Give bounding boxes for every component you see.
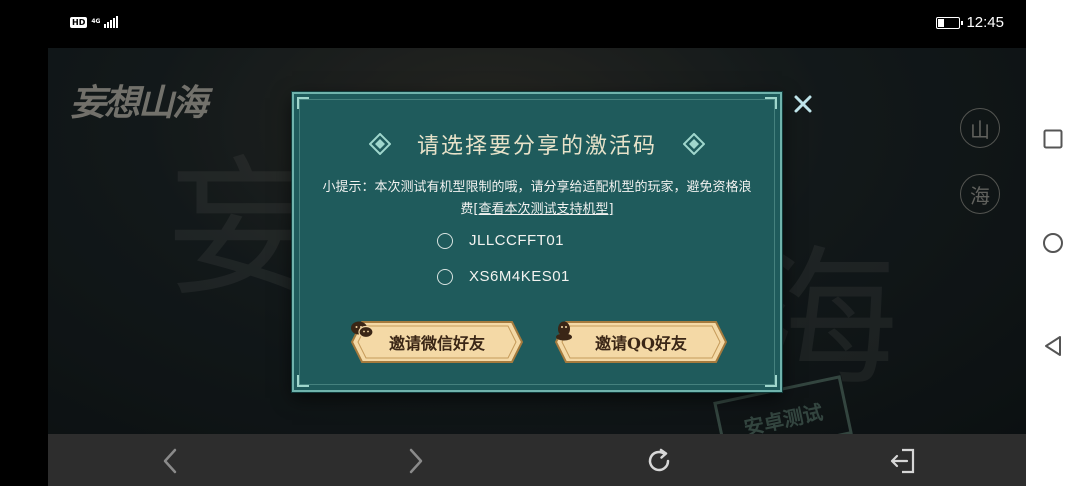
forward-arrow-icon[interactable] — [400, 446, 430, 476]
network-type: 4G — [91, 18, 101, 25]
corner-ornament — [765, 375, 777, 387]
qq-penguin-icon — [556, 321, 572, 341]
dialog-tip: 小提示：本次测试有机型限制的哦，请分享给适配机型的玩家，避免资格浪费[查看本次测… — [318, 177, 756, 221]
battery-fill — [938, 18, 944, 27]
corner-ornament — [297, 375, 309, 387]
signal-icon — [104, 16, 119, 28]
diamond-ornament-icon — [368, 133, 391, 155]
supported-models-link[interactable]: [查看本次测试支持机型] — [473, 202, 613, 217]
code-label: JLLCCFFT01 — [469, 232, 565, 249]
back-icon[interactable] — [1042, 335, 1064, 357]
code-option[interactable]: XS6M4KES01 — [437, 268, 570, 285]
browser-toolbar — [48, 434, 1026, 486]
code-label: XS6M4KES01 — [469, 268, 570, 285]
share-code-dialog: 请选择要分享的激活码 小提示：本次测试有机型限制的哦，请分享给适配机型的玩家，避… — [292, 92, 782, 392]
code-option[interactable]: JLLCCFFT01 — [437, 232, 564, 249]
wechat-button-label: 邀请微信好友 — [388, 334, 485, 353]
back-arrow-icon[interactable] — [156, 446, 186, 476]
diamond-ornament-icon — [683, 133, 705, 155]
status-left: HD 4G — [70, 16, 119, 28]
button-content: 邀请QQ好友 — [554, 320, 728, 364]
refresh-icon[interactable] — [644, 446, 674, 476]
corner-ornament — [297, 97, 309, 109]
exit-icon[interactable] — [888, 446, 918, 476]
status-right: 12:45 — [936, 14, 1004, 31]
home-icon[interactable] — [1042, 232, 1064, 254]
button-content: 邀请微信好友 — [350, 320, 524, 364]
corner-ornament — [765, 97, 777, 109]
wechat-icon — [351, 321, 374, 339]
invite-wechat-button[interactable]: 邀请微信好友 — [350, 320, 524, 364]
battery-icon — [936, 16, 964, 29]
hd-badge: HD — [70, 16, 88, 28]
recent-apps-icon[interactable] — [1042, 128, 1064, 150]
clock: 12:45 — [966, 14, 1004, 31]
dialog-title: 请选择要分享的激活码 — [416, 134, 657, 159]
close-icon[interactable] — [791, 92, 815, 116]
qq-button-label: 邀请QQ好友 — [595, 334, 687, 353]
invite-qq-button[interactable]: 邀请QQ好友 — [554, 320, 728, 364]
status-bar: HD 4G 12:45 — [0, 0, 1026, 48]
radio-button[interactable] — [437, 268, 453, 285]
android-nav-bar — [1026, 0, 1080, 486]
dialog-header: 请选择要分享的激活码 — [294, 128, 780, 160]
radio-button[interactable] — [437, 232, 453, 249]
